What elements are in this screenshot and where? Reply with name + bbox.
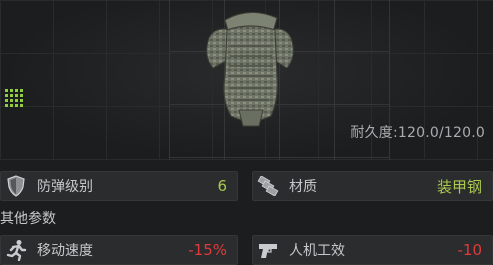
stat-material: 材质 装甲钢 (252, 171, 493, 201)
stat-label: 人机工效 (289, 243, 345, 259)
stat-ergonomics: 人机工效 -10 (252, 235, 493, 265)
pistol-icon (253, 235, 283, 265)
running-man-icon (1, 235, 31, 265)
stat-label: 防弹级别 (37, 179, 93, 195)
grid-size-icon (4, 88, 23, 107)
durability-readout: 耐久度:120.0/120.0 (350, 122, 485, 142)
durability-label: 耐久度: (350, 125, 398, 141)
stat-label: 材质 (289, 179, 317, 195)
stat-armor-class: 防弹级别 6 (0, 171, 238, 201)
stat-value: 装甲钢 (436, 177, 482, 196)
stat-label: 移动速度 (37, 243, 93, 259)
stat-value: 6 (217, 177, 227, 195)
durability-value: 120.0/120.0 (397, 125, 485, 141)
body-armor-image (206, 12, 294, 127)
section-title-other-params: 其他参数 (0, 211, 56, 227)
item-preview: 耐久度:120.0/120.0 (0, 0, 493, 160)
stat-value: -10 (457, 241, 483, 259)
shield-icon (1, 171, 31, 201)
stat-value: -15% (188, 241, 227, 259)
armor-plates-icon (253, 171, 283, 201)
stat-move-speed: 移动速度 -15% (0, 235, 238, 265)
